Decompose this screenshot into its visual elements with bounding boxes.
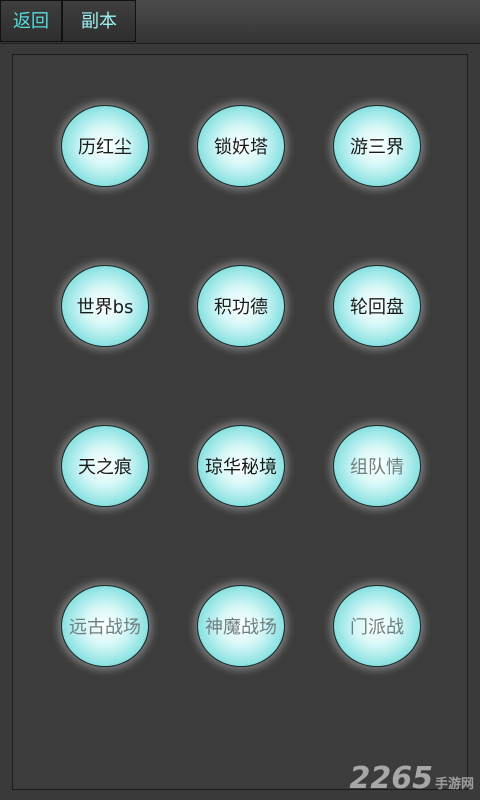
dungeon-button-world-boss[interactable]: 世界bs xyxy=(61,265,149,347)
top-bar: 返回 副本 xyxy=(0,0,480,44)
tab-dungeon[interactable]: 副本 xyxy=(62,0,136,42)
dungeon-button-shenmo[interactable]: 神魔战场 xyxy=(197,585,285,667)
back-button[interactable]: 返回 xyxy=(0,0,62,42)
dungeon-button-qionghua[interactable]: 琼华秘境 xyxy=(197,425,285,507)
dungeon-button-yuangu[interactable]: 远古战场 xyxy=(61,585,149,667)
watermark-suffix: 手游网 xyxy=(434,777,474,792)
dungeon-button-lihongchen[interactable]: 历红尘 xyxy=(61,105,149,187)
dungeon-button-menpai[interactable]: 门派战 xyxy=(333,585,421,667)
site-watermark: 2265 手游网 xyxy=(349,761,474,796)
dungeon-panel: 历红尘 锁妖塔 游三界 世界bs 积功德 轮回盘 天之痕 琼华秘境 组队情 远古… xyxy=(12,54,468,790)
dungeon-button-lunhuipan[interactable]: 轮回盘 xyxy=(333,265,421,347)
dungeon-button-jigongde[interactable]: 积功德 xyxy=(197,265,285,347)
dungeon-button-tianzhihen[interactable]: 天之痕 xyxy=(61,425,149,507)
dungeon-button-suoyaota[interactable]: 锁妖塔 xyxy=(197,105,285,187)
dungeon-button-yousanjie[interactable]: 游三界 xyxy=(333,105,421,187)
watermark-brand: 2265 xyxy=(349,761,433,796)
dungeon-button-zuduiqing[interactable]: 组队情 xyxy=(333,425,421,507)
